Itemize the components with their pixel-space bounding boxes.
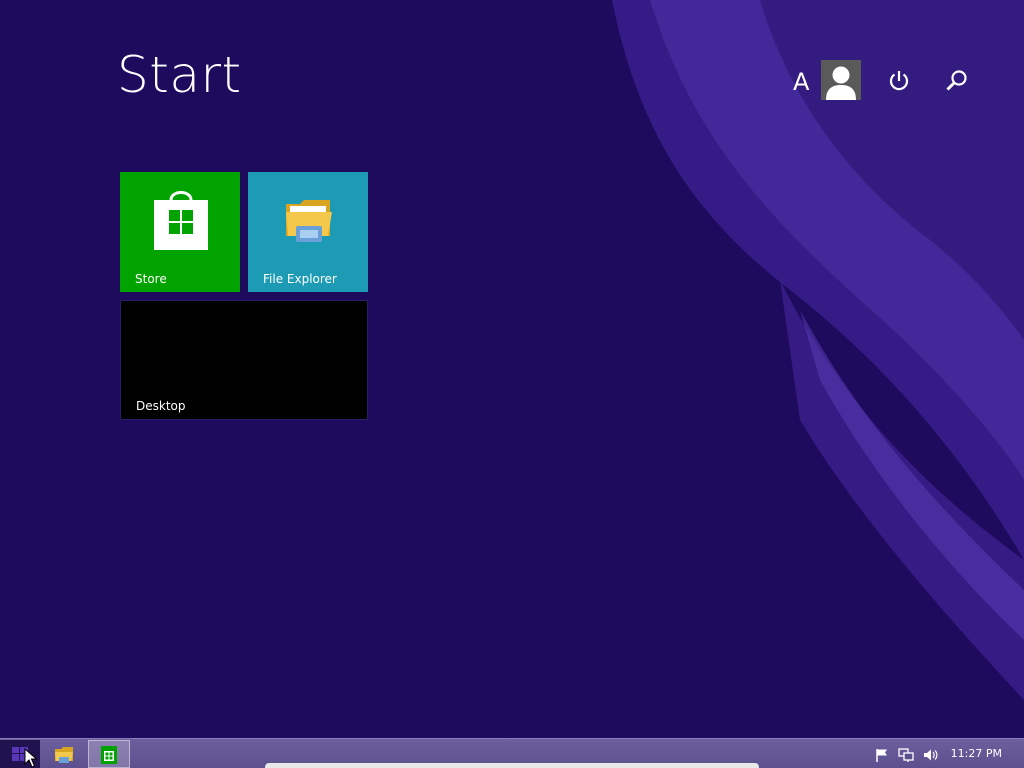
network-icon[interactable] [898, 747, 914, 763]
store-bag-icon [154, 191, 208, 250]
tile-label: Desktop [136, 399, 186, 413]
mouse-cursor-icon [24, 748, 38, 768]
flag-icon[interactable] [874, 747, 890, 763]
user-name[interactable]: A [793, 68, 809, 96]
tile-desktop[interactable]: Desktop [120, 300, 368, 420]
tile-label: Store [135, 272, 167, 286]
taskbar-store[interactable] [88, 740, 130, 768]
folder-icon [286, 200, 332, 242]
search-icon[interactable] [944, 68, 970, 94]
start-screen: Start A Store File Explorer Desktop 11:2… [0, 0, 1024, 768]
taskbar-file-explorer[interactable] [44, 740, 84, 768]
tile-file-explorer[interactable]: File Explorer [248, 172, 368, 292]
person-icon [826, 66, 856, 100]
taskbar-clock[interactable]: 11:27 PM [951, 747, 1002, 760]
tile-label: File Explorer [263, 272, 337, 286]
user-avatar[interactable] [821, 60, 861, 100]
volume-icon[interactable] [922, 747, 938, 763]
page-title: Start [117, 46, 242, 104]
folder-icon [55, 747, 73, 763]
tile-store[interactable]: Store [120, 172, 240, 292]
store-bag-icon [101, 746, 117, 764]
scrollbar-thumb[interactable] [265, 763, 759, 768]
power-icon[interactable] [886, 68, 912, 94]
